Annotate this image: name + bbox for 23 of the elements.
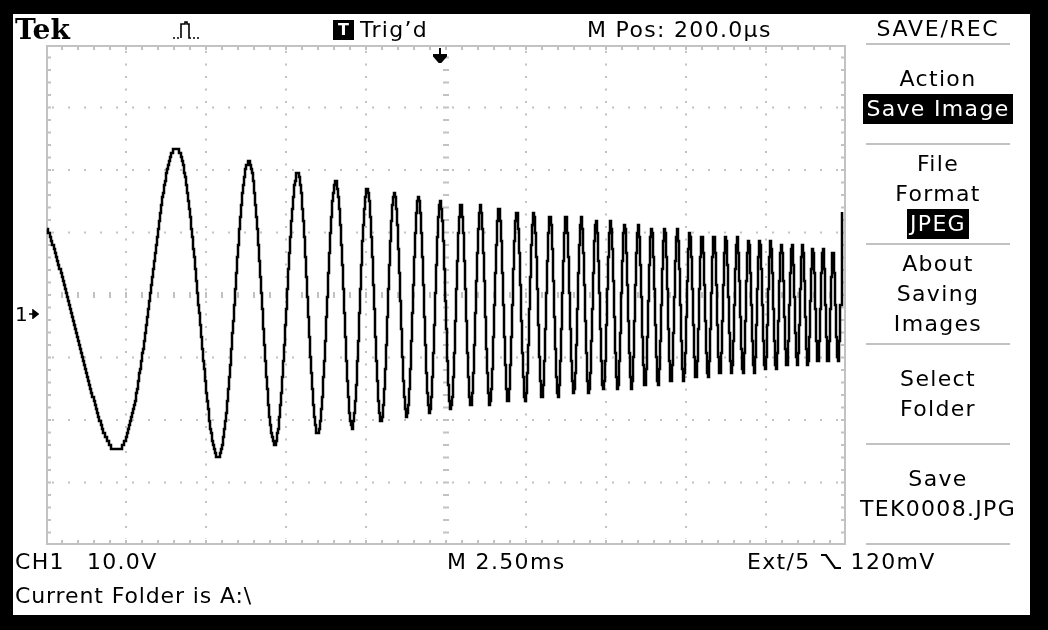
pulse-waveform-icon — [173, 20, 201, 39]
down-arrow-icon — [433, 48, 447, 63]
brand-label: Tek — [14, 15, 70, 44]
softkey-label[interactable]: File Format — [895, 149, 981, 209]
right-arrow-icon — [28, 309, 39, 319]
timebase-readout: M 2.50ms — [447, 551, 566, 573]
channel-label: CH1 — [15, 551, 65, 573]
softkey-label[interactable]: Save TEK0008.JPG — [859, 464, 1017, 524]
softkey-label[interactable]: About Saving Images — [893, 249, 983, 339]
horizontal-position-readout: M Pos: 200.0µs — [587, 18, 772, 41]
trigger-status: Trig’d — [359, 18, 429, 41]
option-value: Save Image — [863, 94, 1013, 124]
softkey-label[interactable]: Select Folder — [900, 364, 976, 424]
status-message: Current Folder is A:\ — [15, 585, 253, 607]
trigger-source-readout: Ext/5 — [747, 551, 811, 573]
trigger-badge: T — [333, 19, 354, 40]
menu-title: SAVE/REC — [876, 17, 1000, 40]
falling-edge-icon — [820, 553, 841, 571]
option-value: JPEG — [907, 209, 969, 239]
channel-marker-label: 1 — [15, 303, 28, 325]
trigger-level-readout: 120mV — [850, 551, 936, 573]
softkey-label[interactable]: Action — [899, 64, 977, 94]
vertical-scale-readout: 10.0V — [86, 551, 158, 573]
